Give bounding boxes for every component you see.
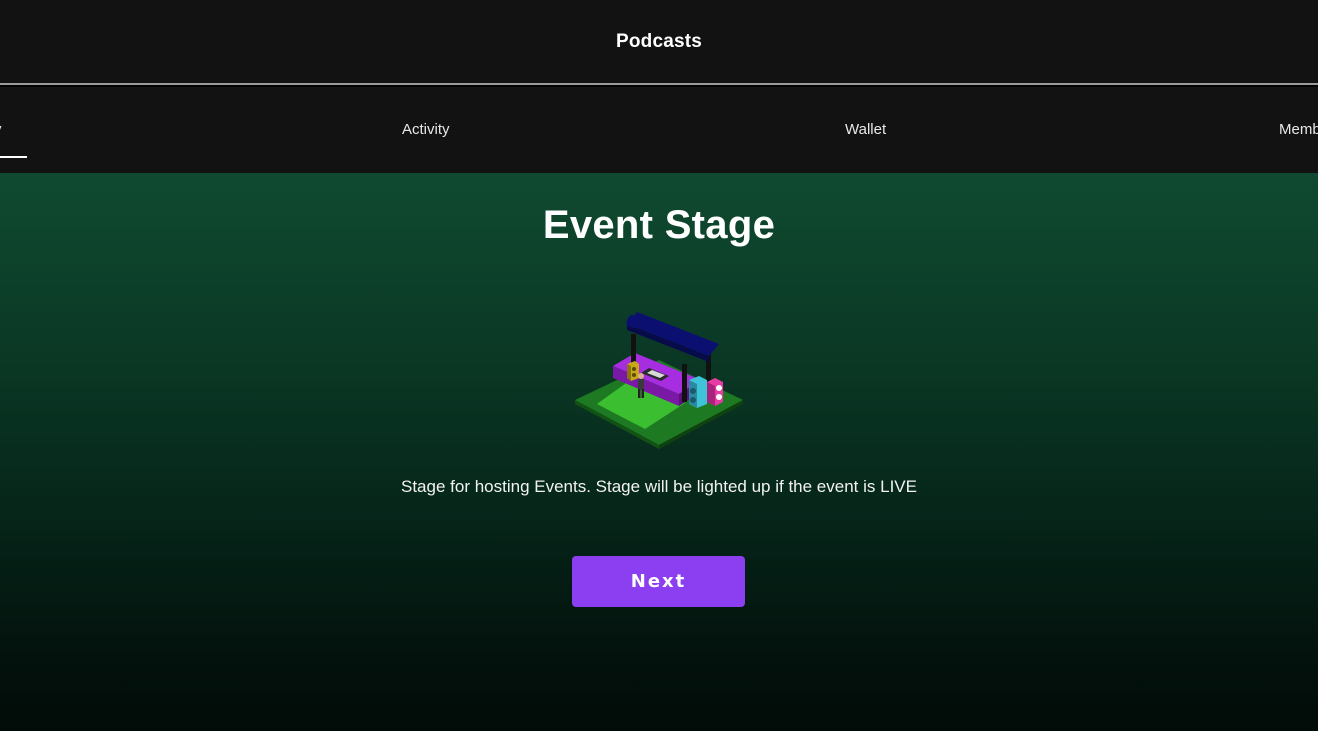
- next-button[interactable]: Next: [572, 556, 745, 607]
- event-stage-illustration: [575, 312, 743, 449]
- top-bar: Podcasts: [0, 0, 1318, 85]
- tab-bar: y Activity Wallet Memb: [0, 87, 1318, 173]
- tab-active[interactable]: y: [0, 121, 27, 158]
- tab-label: Memb: [1279, 121, 1318, 138]
- app-window: Podcasts y Activity Wallet Memb Event St…: [0, 0, 1318, 731]
- tab-label: y: [0, 121, 2, 138]
- tab-label: Wallet: [845, 121, 887, 138]
- tab-label: Activity: [402, 121, 450, 138]
- tab-members[interactable]: Memb: [1279, 121, 1318, 138]
- tab-wallet[interactable]: Wallet: [845, 121, 886, 138]
- page-title: Podcasts: [615, 31, 703, 52]
- active-tab-underline: [0, 156, 27, 158]
- stage-description: Stage for hosting Events. Stage will be …: [401, 477, 917, 496]
- tab-activity[interactable]: Activity: [402, 121, 450, 138]
- onboarding-panel: Event Stage Stage for hosting Events. St…: [0, 173, 1318, 731]
- event-stage-title: Event Stage: [542, 203, 776, 247]
